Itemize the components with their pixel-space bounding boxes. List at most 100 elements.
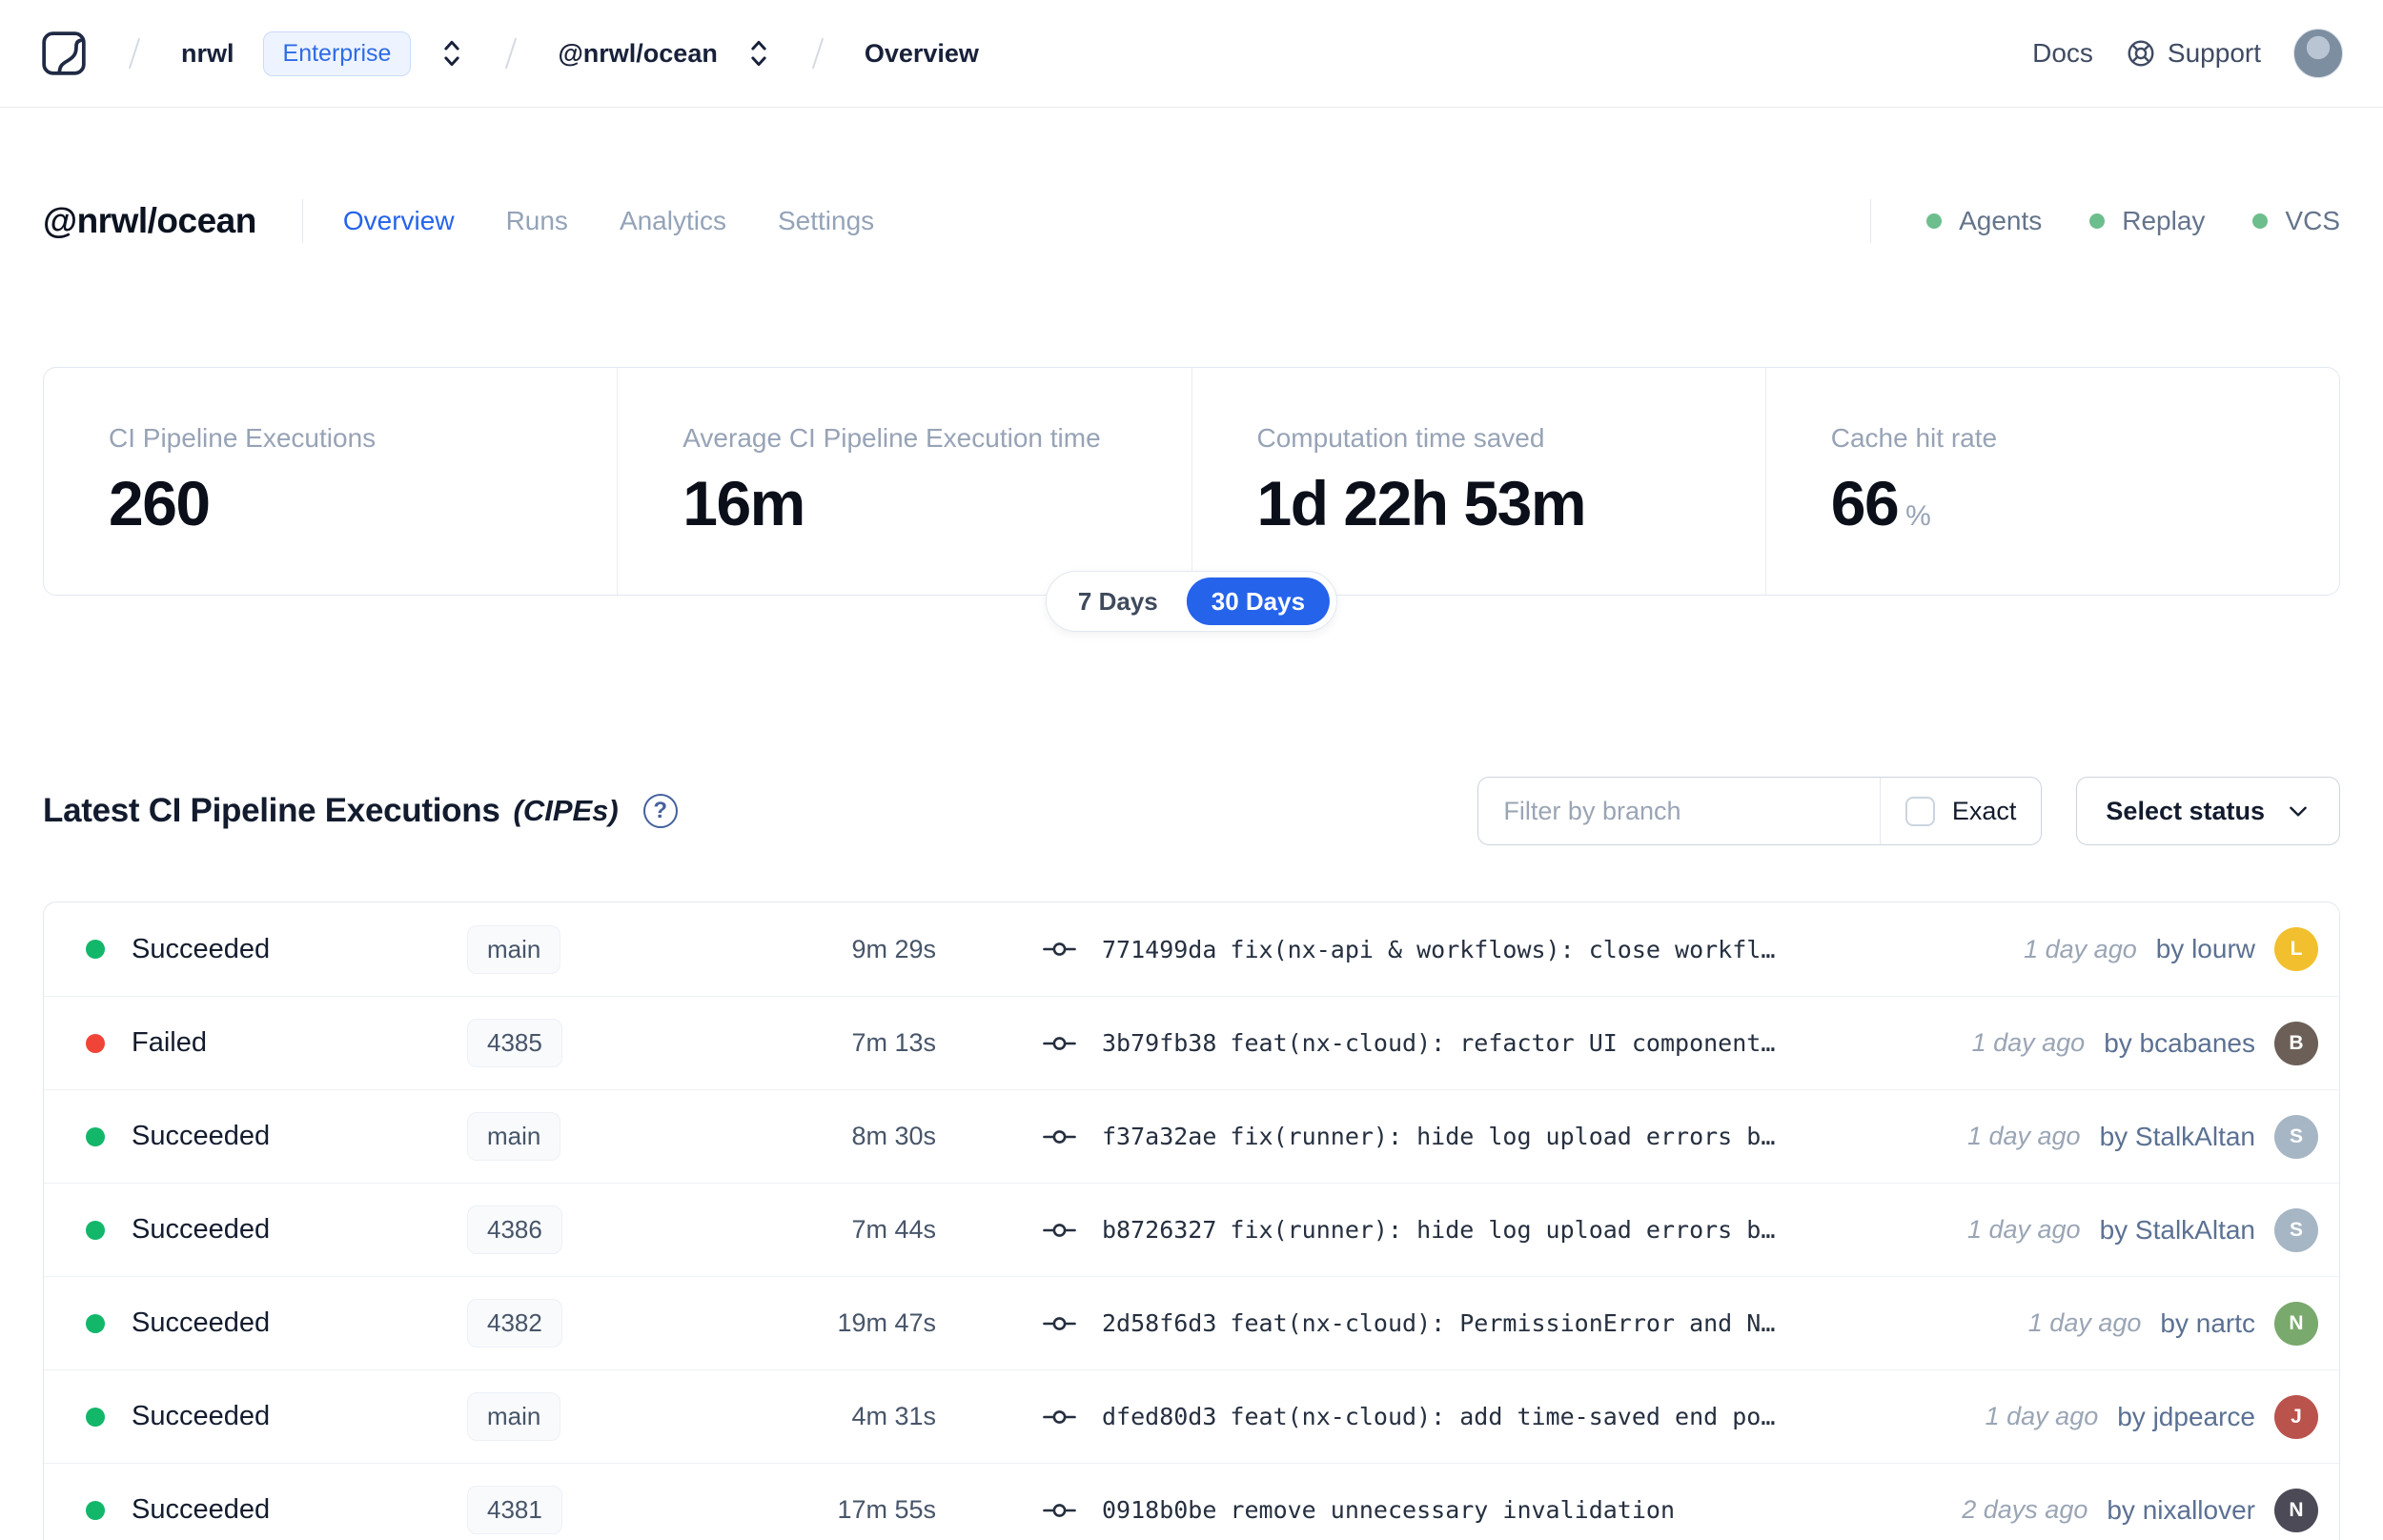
divider	[301, 199, 303, 243]
author-avatar[interactable]: L	[2274, 927, 2318, 971]
author-avatar[interactable]: S	[2274, 1207, 2318, 1252]
table-row[interactable]: Succeeded 4381 17m 55s 0918b0be remove un…	[44, 1463, 2339, 1540]
cipe-table: Succeeded main 9m 29s 771499da fix(nx-api…	[43, 902, 2340, 1540]
date-range-toggle: 7 Days 30 Days	[1045, 571, 1338, 632]
user-avatar[interactable]	[2293, 29, 2343, 78]
author-avatar[interactable]: B	[2274, 1021, 2318, 1065]
branch-badge[interactable]: main	[467, 924, 561, 974]
breadcrumb: nrwl Enterprise @nrwl/ocean Overview	[40, 30, 979, 77]
author-name: by jdpearce	[2117, 1401, 2255, 1431]
status-cell: Succeeded	[86, 1307, 467, 1339]
range-30-days-button[interactable]: 30 Days	[1186, 578, 1331, 625]
author-name: by StalkAltan	[2099, 1214, 2255, 1245]
author-name: by nixallover	[2107, 1494, 2255, 1525]
table-row[interactable]: Succeeded main 4m 31s dfed80d3 feat(nx-cl…	[44, 1369, 2339, 1463]
branch-badge[interactable]: 4385	[467, 1019, 562, 1067]
breadcrumb-workspace[interactable]: @nrwl/ocean	[558, 39, 717, 69]
time-cell: 1 day ago by bcabanes B	[1972, 1021, 2318, 1065]
branch-badge[interactable]: main	[467, 1112, 561, 1161]
docs-link[interactable]: Docs	[2032, 38, 2093, 69]
time-ago: 1 day ago	[2024, 934, 2137, 963]
exact-filter: Exact	[1879, 778, 2042, 844]
status-label: Succeeded	[132, 1121, 271, 1151]
commit-message[interactable]: f37a32ae fix(runner): hide log upload err…	[1102, 1123, 1775, 1150]
time-ago: 1 day ago	[1966, 1122, 2081, 1150]
status-label: Succeeded	[132, 1494, 271, 1525]
status-cell: Succeeded	[86, 1121, 467, 1152]
commit-cell: 771499da fix(nx-api & workflows): close w…	[1043, 936, 2005, 963]
commit-hash: f37a32ae	[1102, 1123, 1217, 1150]
git-commit-icon	[1043, 937, 1077, 962]
table-row[interactable]: Succeeded 4386 7m 44s b8726327 fix(runner…	[44, 1183, 2339, 1276]
table-row[interactable]: Succeeded main 9m 29s 771499da fix(nx-api…	[44, 902, 2339, 996]
status-dot	[86, 1313, 105, 1333]
commit-message[interactable]: 2d58f6d3 feat(nx-cloud): PermissionError …	[1102, 1309, 1775, 1337]
author-avatar[interactable]: N	[2274, 1301, 2318, 1346]
support-link[interactable]: Support	[2126, 38, 2261, 69]
author-avatar[interactable]: S	[2274, 1114, 2318, 1159]
stats-card-row: CI Pipeline Executions 260 Average CI Pi…	[43, 367, 2340, 596]
service-status-group: Agents Replay VCS	[1824, 199, 2340, 243]
time-ago: 1 day ago	[1985, 1402, 2099, 1430]
commit-message[interactable]: 3b79fb38 feat(nx-cloud): refactor UI comp…	[1102, 1029, 1775, 1057]
help-icon[interactable]: ?	[642, 794, 678, 828]
time-ago: 1 day ago	[1966, 1215, 2081, 1244]
branch-cell: main	[467, 1112, 736, 1161]
branch-badge[interactable]: 4382	[467, 1299, 562, 1348]
branch-badge[interactable]: 4386	[467, 1206, 562, 1254]
commit-message[interactable]: dfed80d3 feat(nx-cloud): add time-saved e…	[1102, 1403, 1775, 1430]
tab-analytics[interactable]: Analytics	[620, 206, 726, 236]
nx-cloud-logo-icon[interactable]	[40, 30, 88, 77]
status-dot	[86, 1500, 105, 1520]
commit-cell: 0918b0be remove unnecessary invalidation	[1043, 1496, 1943, 1524]
author-name: by nartc	[2160, 1307, 2255, 1338]
time-ago: 2 days ago	[1962, 1495, 2088, 1524]
time-cell: 1 day ago by StalkAltan S	[1966, 1207, 2318, 1252]
commit-hash: 0918b0be	[1102, 1496, 1217, 1524]
commit-message[interactable]: b8726327 fix(runner): hide log upload err…	[1102, 1216, 1775, 1244]
tab-runs[interactable]: Runs	[506, 206, 568, 236]
branch-filter-input[interactable]	[1478, 778, 1880, 844]
range-7-days-button[interactable]: 7 Days	[1053, 587, 1183, 617]
commit-cell: 2d58f6d3 feat(nx-cloud): PermissionError …	[1043, 1309, 2009, 1337]
service-label: Replay	[2122, 206, 2206, 235]
author-avatar[interactable]: N	[2274, 1488, 2318, 1532]
workspace-switcher-chevron-icon[interactable]	[746, 38, 771, 69]
branch-badge[interactable]: 4381	[467, 1486, 562, 1534]
stat-cache-hit-rate: Cache hit rate 66%	[1764, 368, 2339, 595]
service-label: VCS	[2285, 206, 2340, 235]
status-dot	[86, 1126, 105, 1146]
org-switcher-chevron-icon[interactable]	[439, 38, 464, 69]
status-label: Succeeded	[132, 1214, 271, 1245]
breadcrumb-org[interactable]: nrwl	[181, 39, 234, 69]
branch-badge[interactable]: main	[467, 1392, 561, 1441]
tab-settings[interactable]: Settings	[778, 206, 874, 236]
status-cell: Succeeded	[86, 1214, 467, 1246]
stat-value: 260	[109, 468, 211, 538]
commit-message[interactable]: 771499da fix(nx-api & workflows): close w…	[1102, 936, 1775, 963]
exact-label: Exact	[1951, 796, 2017, 825]
table-row[interactable]: Succeeded 4382 19m 47s 2d58f6d3 feat(nx-c…	[44, 1276, 2339, 1369]
stat-label: Cache hit rate	[1830, 423, 1998, 453]
status-select-dropdown[interactable]: Select status	[2076, 777, 2340, 845]
table-row[interactable]: Failed 4385 7m 13s 3b79fb38 feat(nx-cloud…	[44, 996, 2339, 1089]
status-label: Succeeded	[132, 1307, 271, 1338]
author-avatar[interactable]: J	[2274, 1394, 2318, 1439]
branch-cell: 4381	[467, 1486, 736, 1534]
stat-computation-time-saved: Computation time saved 1d 22h 53m	[1191, 368, 1765, 595]
green-status-dot	[2252, 213, 2269, 229]
workspace-tabs: Overview Runs Analytics Settings	[343, 206, 874, 236]
time-cell: 2 days ago by nixallover N	[1962, 1488, 2318, 1532]
tab-overview[interactable]: Overview	[343, 206, 455, 236]
duration-cell: 7m 44s	[851, 1215, 936, 1244]
status-label: Failed	[132, 1027, 207, 1058]
commit-message[interactable]: 0918b0be remove unnecessary invalidation	[1102, 1496, 1675, 1524]
cipes-section-header: Latest CI Pipeline Executions (CIPEs) ? …	[43, 777, 2340, 845]
branch-cell: 4382	[467, 1299, 736, 1348]
time-cell: 1 day ago by jdpearce J	[1985, 1394, 2318, 1439]
author-name: by bcabanes	[2104, 1027, 2255, 1058]
table-row[interactable]: Succeeded main 8m 30s f37a32ae fix(runner…	[44, 1089, 2339, 1183]
status-dot	[86, 940, 105, 959]
git-commit-icon	[1043, 1218, 1077, 1243]
exact-checkbox[interactable]	[1904, 796, 1935, 826]
